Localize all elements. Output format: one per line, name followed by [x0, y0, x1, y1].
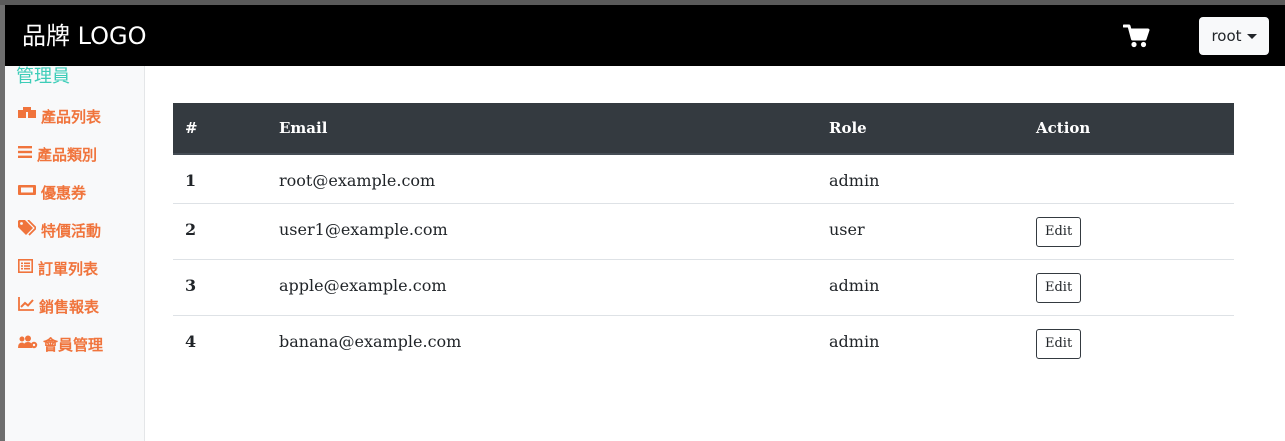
row-role: admin — [829, 171, 880, 190]
row-number: 2 — [173, 202, 267, 259]
row-email: banana@example.com — [267, 314, 817, 371]
table-row: 4 banana@example.com admin Edit — [173, 314, 1234, 371]
row-role: user — [817, 202, 1024, 259]
row-email: root@example.com — [279, 171, 436, 190]
user-menu-label: root — [1211, 27, 1242, 45]
sidebar: 管理員 產品列表 產品類別 優惠券 特價活動 訂單列表 銷售報表 會員管理 — [5, 66, 145, 441]
ticket-icon — [18, 183, 36, 201]
row-number: 1 — [185, 171, 197, 190]
sidebar-item-label: 訂單列表 — [38, 259, 99, 278]
column-header-role: Role — [817, 103, 1024, 155]
table-row: 2 user1@example.com user Edit — [173, 202, 1234, 259]
sidebar-item-product-list[interactable]: 產品列表 — [18, 105, 101, 127]
row-email: user1@example.com — [267, 202, 817, 259]
shopping-cart-icon[interactable] — [1122, 23, 1151, 49]
row-email: apple@example.com — [267, 258, 817, 315]
sidebar-item-sales-report[interactable]: 銷售報表 — [18, 295, 99, 317]
tags-icon — [18, 219, 38, 240]
users-table-container: # Email Role Action 1 root@example.com a… — [173, 103, 1234, 371]
table-row: 3 apple@example.com admin Edit — [173, 258, 1234, 315]
list-icon — [18, 145, 32, 163]
edit-button[interactable]: Edit — [1036, 328, 1082, 359]
row-role: admin — [817, 258, 1024, 315]
sidebar-item-label: 會員管理 — [43, 335, 104, 354]
user-menu-button[interactable]: root — [1199, 17, 1269, 55]
chart-line-icon — [18, 297, 34, 315]
sidebar-item-label: 產品列表 — [41, 107, 102, 126]
brand-logo[interactable]: 品牌 LOGO — [22, 19, 147, 53]
row-number: 3 — [173, 258, 267, 315]
sidebar-item-sale-event[interactable]: 特價活動 — [18, 219, 101, 241]
column-header-number: # — [173, 103, 267, 155]
row-action: Edit — [1024, 314, 1234, 371]
sidebar-item-label: 優惠券 — [41, 183, 87, 202]
users-cog-icon — [18, 335, 38, 353]
sidebar-item-member-management[interactable]: 會員管理 — [18, 333, 103, 355]
row-action: Edit — [1024, 202, 1234, 259]
top-navbar: 品牌 LOGO root — [5, 5, 1285, 66]
sidebar-item-label: 特價活動 — [41, 221, 102, 240]
row-number: 4 — [173, 314, 267, 371]
list-alt-icon — [18, 259, 33, 277]
row-action: Edit — [1024, 258, 1234, 315]
sidebar-item-label: 產品類別 — [37, 145, 98, 164]
boxes-icon — [18, 107, 36, 125]
edit-button[interactable]: Edit — [1036, 272, 1082, 303]
column-header-email: Email — [267, 103, 817, 155]
row-action — [1024, 154, 1234, 203]
table-header-row: # Email Role Action — [173, 103, 1234, 155]
row-role: admin — [817, 314, 1024, 371]
table-row: 1 root@example.com admin — [173, 154, 1234, 203]
sidebar-item-label: 銷售報表 — [39, 297, 100, 316]
sidebar-item-order-list[interactable]: 訂單列表 — [18, 257, 98, 279]
sidebar-item-coupon[interactable]: 優惠券 — [18, 181, 86, 203]
sidebar-title: 管理員 — [16, 66, 70, 87]
caret-down-icon — [1246, 33, 1257, 39]
users-table: # Email Role Action 1 root@example.com a… — [173, 103, 1234, 371]
column-header-action: Action — [1024, 103, 1234, 155]
edit-button[interactable]: Edit — [1036, 216, 1082, 247]
sidebar-item-product-category[interactable]: 產品類別 — [18, 143, 97, 165]
